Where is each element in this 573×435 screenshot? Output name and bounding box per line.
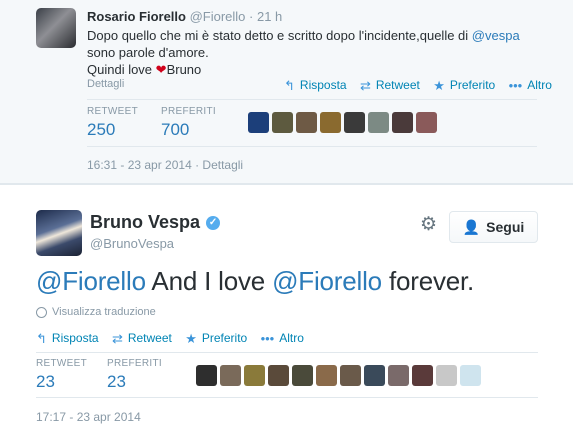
more-button[interactable]: ••• Altro	[509, 78, 552, 92]
user-avatar-thumb[interactable]	[220, 365, 241, 386]
tweet-actions: ↰ Risposta ⇄ Retweet ★ Preferito ••• Altro	[36, 331, 314, 346]
tweet-timestamp[interactable]: 16:31 - 23 apr 2014 · Dettagli	[87, 158, 243, 172]
favorite-label: Preferito	[201, 331, 248, 345]
follow-label: Segui	[486, 219, 525, 235]
author-handle[interactable]: @Fiorello	[190, 9, 246, 24]
favorite-button[interactable]: ★ Preferito	[433, 78, 495, 92]
divider	[36, 397, 538, 398]
reply-icon: ↰	[284, 77, 295, 93]
tweet-fiorello: Rosario Fiorello @Fiorello · 21 h Dopo q…	[0, 0, 573, 183]
stat-label: PREFERITI	[107, 358, 162, 369]
author-handle[interactable]: @BrunoVespa	[90, 236, 174, 251]
reply-label: Risposta	[51, 331, 99, 345]
tweet-text: @Fiorello And I love @Fiorello forever.	[36, 266, 474, 297]
user-avatar-thumb[interactable]	[416, 112, 437, 133]
tweet-text-part: Dopo quello che mi è stato detto e scrit…	[87, 28, 472, 43]
tweet-text-line: sono parole d'amore.	[87, 45, 209, 60]
user-avatar-thumb[interactable]	[316, 365, 337, 386]
user-avatar-thumb[interactable]	[412, 365, 433, 386]
retweet-icon: ⇄	[111, 330, 123, 346]
user-avatar-thumb[interactable]	[436, 365, 457, 386]
divider	[87, 99, 537, 100]
user-avatar-thumb[interactable]	[368, 112, 389, 133]
avatar[interactable]	[36, 210, 82, 256]
mention-link[interactable]: @vespa	[472, 28, 520, 43]
stat-value: 23	[107, 372, 126, 391]
section-divider	[0, 183, 573, 185]
star-icon: ★	[433, 77, 445, 93]
tweet-header: Rosario Fiorello @Fiorello · 21 h	[87, 9, 282, 24]
tweet-text-part: Quindi love	[87, 62, 156, 77]
retweet-stat[interactable]: RETWEET 250	[87, 106, 138, 140]
tweet-text-part: forever.	[381, 266, 475, 296]
user-avatar-thumb[interactable]	[196, 365, 217, 386]
heart-icon: ❤	[155, 62, 167, 77]
retweet-button[interactable]: ⇄ Retweet	[360, 78, 420, 92]
tweet-time[interactable]: · 21 h	[249, 9, 282, 24]
avatar[interactable]	[36, 8, 76, 48]
verified-icon: ✓	[206, 215, 221, 230]
favoriters-avatars	[196, 365, 481, 386]
tweet-text-part: And I love	[145, 266, 273, 296]
author-name[interactable]: Bruno Vespa	[90, 212, 200, 233]
reply-button[interactable]: ↰ Risposta	[36, 331, 99, 345]
user-avatar-thumb[interactable]	[268, 365, 289, 386]
user-avatar-thumb[interactable]	[364, 365, 385, 386]
retweet-label: Retweet	[375, 78, 420, 92]
user-avatar-thumb[interactable]	[320, 112, 341, 133]
favorites-stat[interactable]: PREFERITI 23	[107, 358, 162, 392]
user-avatar-thumb[interactable]	[296, 112, 317, 133]
retweet-stat[interactable]: RETWEET 23	[36, 358, 87, 392]
divider	[87, 146, 537, 147]
add-user-icon: 👤	[462, 218, 481, 235]
stat-label: RETWEET	[36, 358, 87, 369]
user-avatar-thumb[interactable]	[340, 365, 361, 386]
stat-label: PREFERITI	[161, 106, 216, 117]
globe-icon	[36, 306, 47, 318]
translate-link[interactable]: Visualizza traduzione	[36, 306, 156, 318]
stat-label: RETWEET	[87, 106, 138, 117]
more-icon: •••	[508, 77, 523, 93]
author-name-row: Bruno Vespa ✓	[90, 212, 221, 233]
user-avatar-thumb[interactable]	[292, 365, 313, 386]
gear-icon[interactable]: ⚙	[420, 215, 437, 234]
favorite-label: Preferito	[449, 78, 496, 92]
retweet-label: Retweet	[127, 331, 172, 345]
favorite-button[interactable]: ★ Preferito	[185, 331, 247, 345]
more-label: Altro	[279, 331, 304, 345]
reply-button[interactable]: ↰ Risposta	[284, 78, 347, 92]
user-avatar-thumb[interactable]	[344, 112, 365, 133]
tweet-timestamp[interactable]: 17:17 - 23 apr 2014	[36, 410, 141, 424]
stat-value: 250	[87, 120, 116, 139]
mention-link[interactable]: @Fiorello	[36, 266, 146, 296]
more-icon: •••	[260, 330, 275, 346]
stat-value: 700	[161, 120, 190, 139]
star-icon: ★	[185, 330, 197, 346]
follow-button[interactable]: 👤 Segui	[449, 211, 538, 243]
divider	[36, 352, 538, 353]
favoriters-avatars	[248, 112, 437, 133]
more-button[interactable]: ••• Altro	[261, 331, 304, 345]
author-name[interactable]: Rosario Fiorello	[87, 9, 186, 24]
details-link[interactable]: Dettagli	[87, 78, 124, 90]
tweet-actions: ↰ Risposta ⇄ Retweet ★ Preferito ••• Altro	[284, 78, 562, 93]
reply-icon: ↰	[36, 330, 47, 346]
reply-label: Risposta	[299, 78, 347, 92]
user-avatar-thumb[interactable]	[388, 365, 409, 386]
user-avatar-thumb[interactable]	[392, 112, 413, 133]
user-avatar-thumb[interactable]	[244, 365, 265, 386]
user-avatar-thumb[interactable]	[272, 112, 293, 133]
more-label: Altro	[527, 78, 552, 92]
user-avatar-thumb[interactable]	[248, 112, 269, 133]
stat-value: 23	[36, 372, 55, 391]
retweet-icon: ⇄	[359, 77, 371, 93]
translate-label: Visualizza traduzione	[52, 306, 156, 318]
mention-link[interactable]: @Fiorello	[272, 266, 382, 296]
tweet-text-part: Bruno	[166, 62, 202, 77]
user-avatar-thumb[interactable]	[460, 365, 481, 386]
tweet-text: Dopo quello che mi è stato detto e scrit…	[87, 27, 557, 78]
favorites-stat[interactable]: PREFERITI 700	[161, 106, 216, 140]
retweet-button[interactable]: ⇄ Retweet	[112, 331, 172, 345]
